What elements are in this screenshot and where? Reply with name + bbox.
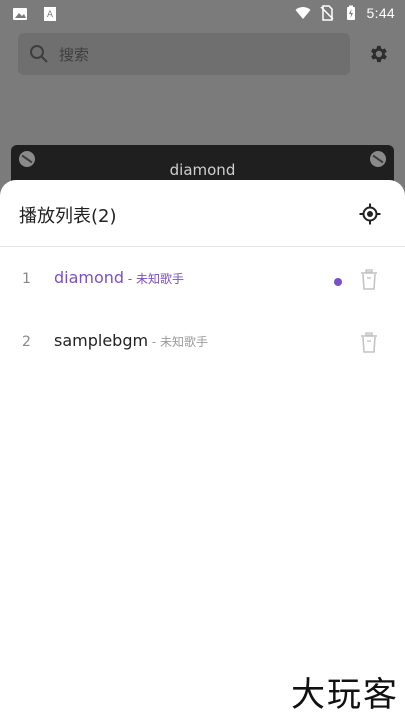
watermark-logo: 大玩客	[291, 675, 399, 715]
settings-gear-icon[interactable]	[367, 43, 389, 65]
now-playing-indicator	[334, 278, 342, 286]
playlist-sheet: 播放列表(2) 1 diamond - 未知歌手 2 samplebgm - 未…	[0, 180, 405, 720]
locate-current-icon[interactable]	[359, 203, 381, 225]
playlist-item[interactable]: 2 samplebgm - 未知歌手	[0, 312, 405, 374]
delete-icon[interactable]	[360, 269, 378, 291]
wifi-icon	[295, 7, 311, 19]
track-artist: - 未知歌手	[124, 272, 185, 286]
playlist-item[interactable]: 1 diamond - 未知歌手	[0, 249, 405, 311]
search-placeholder: 搜索	[59, 46, 90, 64]
track-artist: - 未知歌手	[148, 335, 209, 349]
svg-text:A: A	[47, 10, 54, 20]
battery-icon	[346, 5, 355, 20]
track-name: diamond - 未知歌手	[54, 268, 185, 287]
player-track-title: diamond	[169, 161, 236, 179]
playlist-header: 播放列表(2)	[0, 180, 405, 247]
item-index: 2	[22, 334, 31, 350]
track-name: samplebgm - 未知歌手	[54, 331, 209, 350]
search-icon	[30, 45, 48, 63]
no-sim-icon	[320, 5, 334, 21]
status-bar: A 5:44	[0, 0, 405, 28]
clock: 5:44	[366, 5, 395, 21]
playlist-title: 播放列表(2)	[19, 206, 117, 227]
search-bar[interactable]: 搜索	[18, 33, 350, 75]
image-icon	[13, 8, 27, 20]
keyboard-icon: A	[44, 7, 56, 21]
delete-icon[interactable]	[360, 332, 378, 354]
item-index: 1	[22, 271, 31, 287]
